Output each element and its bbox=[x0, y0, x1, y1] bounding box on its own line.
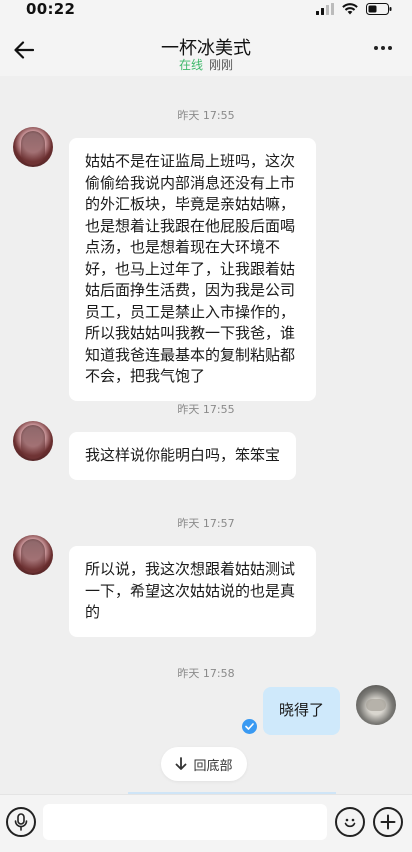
status-icons bbox=[316, 3, 392, 15]
message-timestamp: 昨天 17:58 bbox=[177, 667, 235, 680]
input-divider bbox=[128, 792, 336, 794]
input-bar bbox=[0, 792, 412, 852]
message-timestamp: 昨天 17:55 bbox=[177, 109, 235, 122]
more-dot bbox=[381, 46, 385, 50]
plus-icon bbox=[380, 814, 396, 830]
smiley-icon bbox=[344, 818, 356, 828]
online-status: 在线 bbox=[178, 58, 203, 72]
message-bubble-sent[interactable]: 晓得了 bbox=[262, 687, 340, 735]
last-seen: 刚刚 bbox=[209, 58, 234, 72]
arrow-down-icon bbox=[175, 757, 187, 771]
status-time: 00:22 bbox=[26, 0, 76, 18]
message-timestamp: 昨天 17:55 bbox=[177, 403, 235, 416]
message-bubble-received[interactable]: 所以说，我这次想跟着姑姑测试一下，希望这次姑姑说的也是真的 bbox=[69, 546, 316, 637]
chat-header: 一杯冰美式 在线 刚刚 bbox=[0, 20, 412, 76]
wifi-icon bbox=[342, 3, 358, 15]
status-bar: 00:22 bbox=[0, 0, 412, 20]
scroll-to-bottom-label: 回底部 bbox=[193, 758, 233, 774]
my-avatar[interactable] bbox=[356, 685, 396, 725]
message-bubble-received[interactable]: 我这样说你能明白吗，笨笨宝 bbox=[69, 432, 297, 480]
battery-icon bbox=[366, 3, 392, 15]
message-input[interactable] bbox=[43, 804, 327, 840]
check-icon bbox=[242, 719, 257, 734]
contact-avatar[interactable] bbox=[13, 127, 53, 167]
microphone-icon bbox=[14, 813, 28, 831]
emoji-button[interactable] bbox=[335, 807, 365, 837]
more-dot bbox=[374, 46, 378, 50]
contact-avatar[interactable] bbox=[13, 535, 53, 575]
more-button[interactable] bbox=[374, 46, 392, 50]
scroll-to-bottom-button[interactable]: 回底部 bbox=[161, 747, 247, 781]
message-bubble-received[interactable]: 姑姑不是在证监局上班吗，这次偷偷给我说内部消息还没有上市的外汇板块，毕竟是亲姑姑… bbox=[69, 138, 316, 401]
more-dot bbox=[388, 46, 392, 50]
presence-status: 在线 刚刚 bbox=[0, 56, 412, 73]
voice-button[interactable] bbox=[6, 807, 36, 837]
plus-button[interactable] bbox=[373, 807, 403, 837]
contact-avatar[interactable] bbox=[13, 421, 53, 461]
message-timestamp: 昨天 17:57 bbox=[177, 517, 235, 530]
signal-icon bbox=[316, 3, 334, 15]
